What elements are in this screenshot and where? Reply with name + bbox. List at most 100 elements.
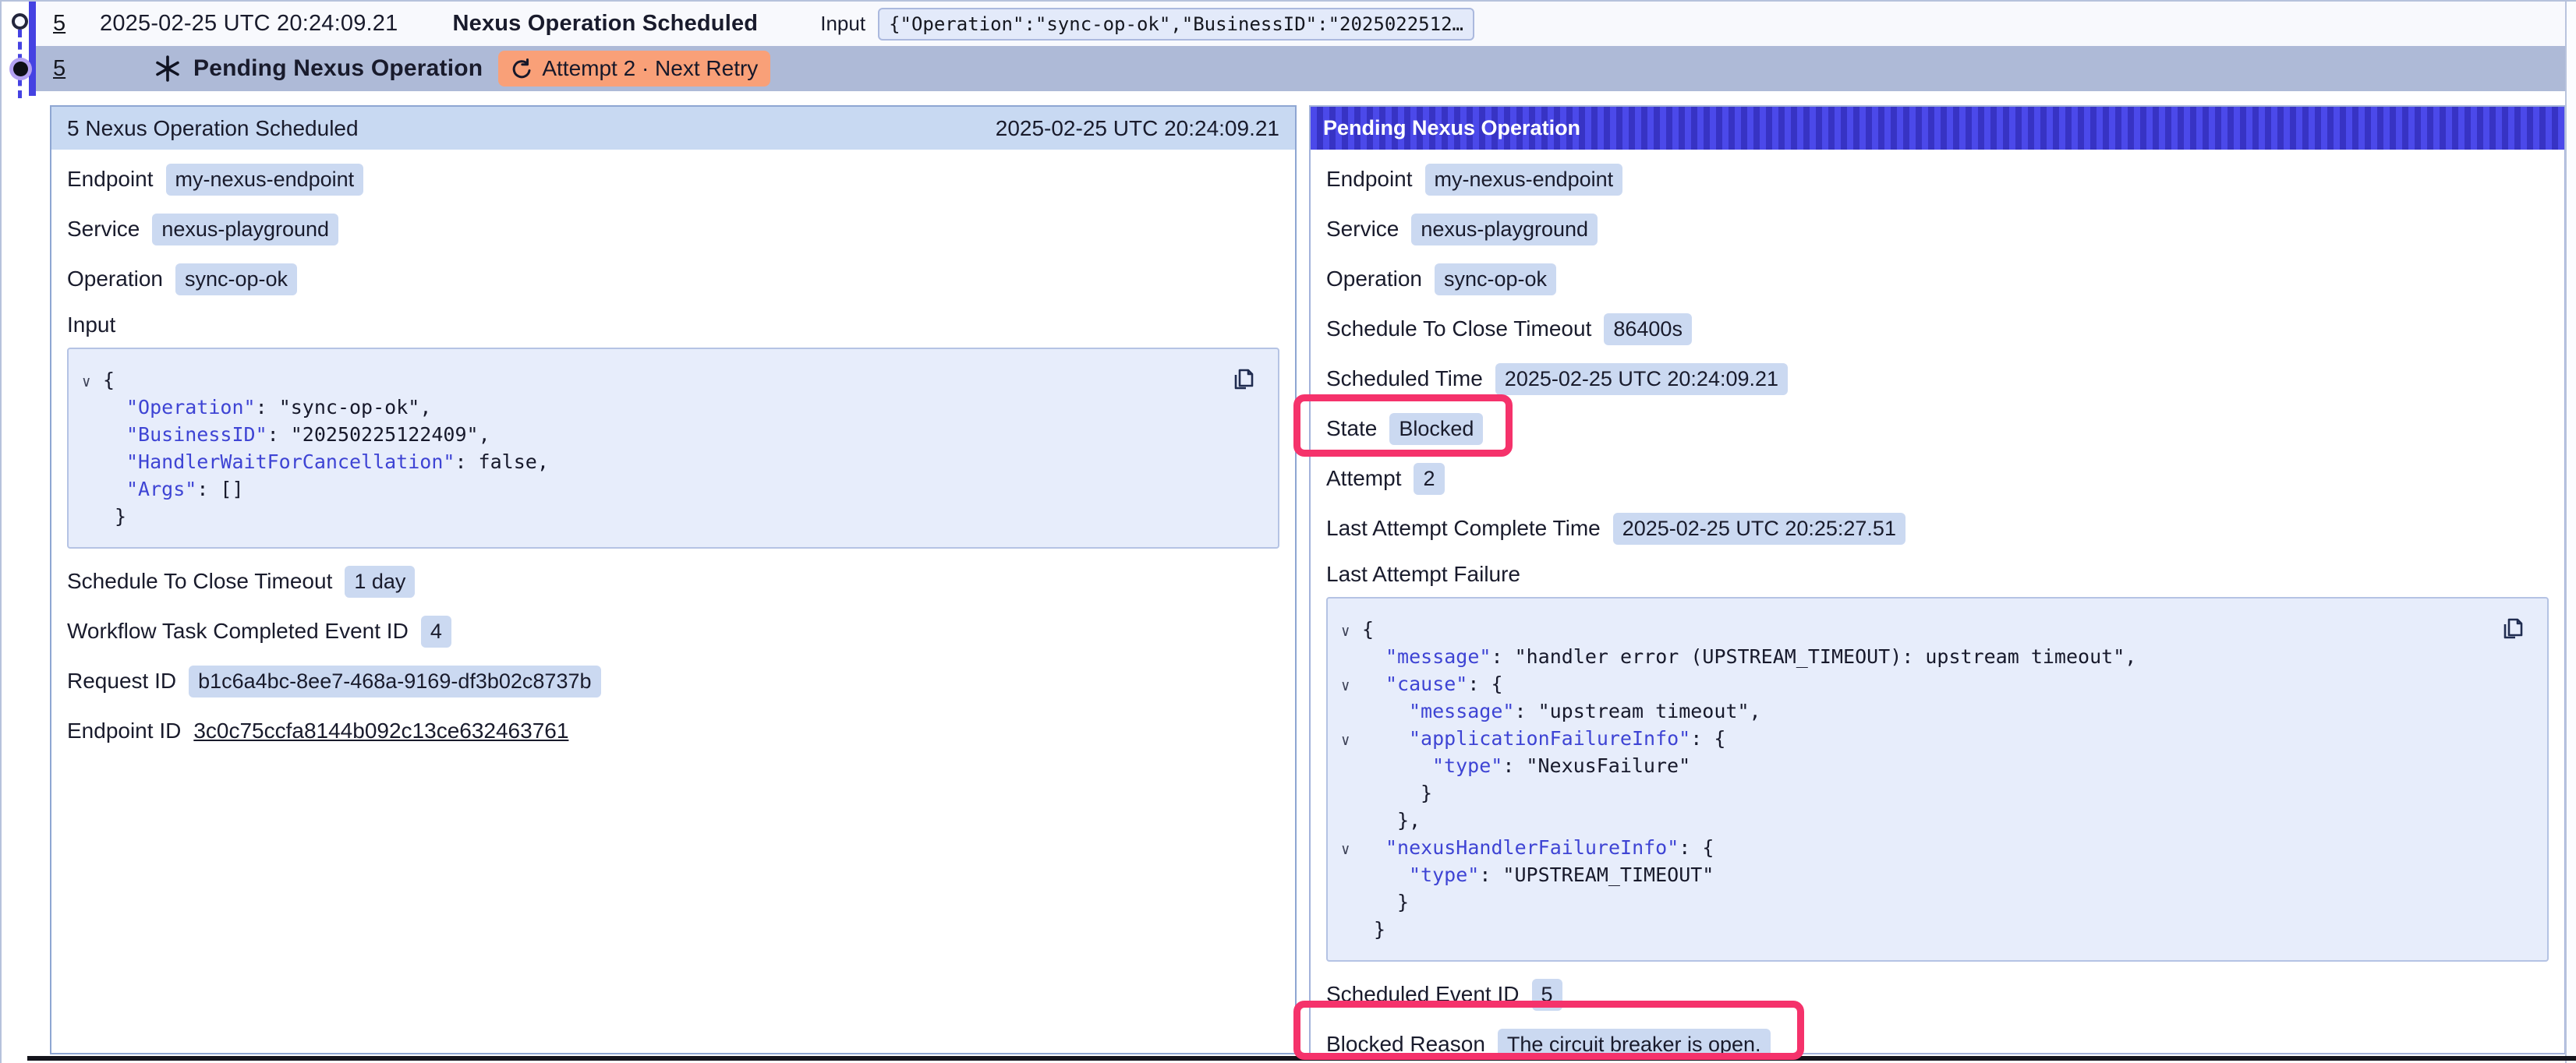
json-line: ∨"cause": { xyxy=(1328,670,2532,697)
event-detail-panel: 5 Nexus Operation Scheduled 2025-02-25 U… xyxy=(50,105,1297,1054)
json-value: : xyxy=(267,423,291,446)
json-value: } xyxy=(1421,782,1432,804)
field-row-attempt: Attempt2 xyxy=(1326,454,2549,503)
workflow-history-view: 5 2025-02-25 UTC 20:24:09.21 Nexus Opera… xyxy=(0,0,2576,1063)
json-value: } xyxy=(1374,918,1385,941)
json-line: "type": "NexusFailure" xyxy=(1328,752,2532,779)
json-value: , xyxy=(537,450,549,473)
json-value: : xyxy=(1502,754,1526,777)
event-id-link[interactable]: 5 xyxy=(53,56,76,82)
json-value: : xyxy=(1479,863,1502,886)
pending-operation-fields-top: Endpointmy-nexus-endpointServicenexus-pl… xyxy=(1326,154,2549,553)
copy-icon[interactable] xyxy=(2499,614,2527,642)
field-row-last-attempt-complete-time: Last Attempt Complete Time2025-02-25 UTC… xyxy=(1326,503,2549,553)
field-value-link[interactable]: 3c0c75ccfa8144b092c13ce632463761 xyxy=(193,719,568,743)
pending-operation-panel: Pending Nexus Operation Endpoint my-nexus… xyxy=(1309,105,2566,1054)
json-value: { xyxy=(103,369,115,391)
field-label: Scheduled Event ID xyxy=(1326,982,1520,1007)
attempt-retry-text: Attempt 2 · Next Retry xyxy=(542,56,758,81)
field-label: Endpoint xyxy=(1326,167,1413,192)
json-value: : xyxy=(256,396,279,418)
json-key: "message" xyxy=(1385,645,1491,668)
collapse-chevron-icon[interactable]: ∨ xyxy=(1341,673,1350,700)
field-label: Blocked Reason xyxy=(1326,1032,1485,1057)
field-value-badge: Blocked xyxy=(1389,413,1483,445)
pending-nexus-operation-row[interactable]: 5 Pending Nexus Operation Attempt 2 · Ne… xyxy=(36,46,2566,91)
json-value: }, xyxy=(1397,809,1421,832)
scrollbar-gutter[interactable] xyxy=(2565,2,2576,1063)
retry-icon xyxy=(511,58,533,79)
field-row-endpoint: Endpointmy-nexus-endpoint xyxy=(67,154,1279,204)
field-value-badge: 2025-02-25 UTC 20:25:27.51 xyxy=(1613,513,1905,545)
json-value: "upstream timeout" xyxy=(1538,700,1750,722)
json-value: "NexusFailure" xyxy=(1526,754,1690,777)
field-row-state: State Blocked xyxy=(1326,404,2549,454)
json-value: , xyxy=(479,423,490,446)
pending-operation-header-title: Pending Nexus Operation xyxy=(1323,116,1580,140)
json-key: "nexusHandlerFailureInfo" xyxy=(1385,836,1679,859)
collapse-chevron-icon[interactable]: ∨ xyxy=(82,369,90,396)
json-line: ∨{ xyxy=(69,366,1262,394)
failure-json-block: ∨{"message": "handler error (UPSTREAM_TI… xyxy=(1326,597,2549,962)
field-value-badge: 5 xyxy=(1532,979,1562,1011)
json-value: "UPSTREAM_TIMEOUT" xyxy=(1502,863,1714,886)
event-detail-fields-bottom: Schedule To Close Timeout1 day Workflow T… xyxy=(67,556,1279,756)
bottom-rule xyxy=(27,1056,2576,1061)
field-value-badge: sync-op-ok xyxy=(1435,263,1556,295)
field-label: State xyxy=(1326,416,1377,441)
json-value: , xyxy=(2125,645,2136,668)
json-key: "message" xyxy=(1409,700,1514,722)
field-row-schedule-to-close-timeout: Schedule To Close Timeout1 day xyxy=(67,556,1279,606)
collapse-chevron-icon[interactable]: ∨ xyxy=(1341,727,1350,754)
event-detail-header-time: 2025-02-25 UTC 20:24:09.21 xyxy=(996,116,1279,141)
json-line: } xyxy=(1328,888,2532,916)
field-label: Endpoint ID xyxy=(67,719,181,743)
field-row-operation: Operationsync-op-ok xyxy=(1326,254,2549,304)
field-row-operation: Operationsync-op-ok xyxy=(67,254,1279,304)
pending-asterisk-icon xyxy=(154,55,181,82)
field-label: Service xyxy=(67,217,140,242)
event-row-nexus-operation-scheduled[interactable]: 5 2025-02-25 UTC 20:24:09.21 Nexus Opera… xyxy=(36,2,2566,46)
json-line: "BusinessID": "20250225122409", xyxy=(69,421,1262,448)
event-detail-header: 5 Nexus Operation Scheduled 2025-02-25 U… xyxy=(51,107,1295,150)
event-id-link[interactable]: 5 xyxy=(53,11,76,37)
event-input-preview-badge[interactable]: {"Operation":"sync-op-ok","BusinessID":"… xyxy=(878,8,1474,41)
field-value-badge: 2025-02-25 UTC 20:24:09.21 xyxy=(1495,363,1788,395)
field-value-badge: 4 xyxy=(421,616,451,648)
timeline-event-dot-open xyxy=(12,13,28,30)
json-value: } xyxy=(115,505,126,528)
event-timestamp: 2025-02-25 UTC 20:24:09.21 xyxy=(100,11,398,37)
json-value: : xyxy=(455,450,478,473)
field-value-badge: my-nexus-endpoint xyxy=(1425,164,1623,196)
field-value-badge: nexus-playground xyxy=(1411,214,1598,245)
json-line: } xyxy=(69,503,1262,530)
json-value: : xyxy=(1491,645,1514,668)
field-value-badge: my-nexus-endpoint xyxy=(166,164,364,196)
field-row-schedule-to-close-timeout: Schedule To Close Timeout86400s xyxy=(1326,304,2549,354)
field-value-badge: 1 day xyxy=(345,566,415,598)
collapse-chevron-icon[interactable]: ∨ xyxy=(1341,836,1350,863)
json-value: : { xyxy=(1679,836,1714,859)
json-value: , xyxy=(419,396,431,418)
field-row-service: Servicenexus-playground xyxy=(67,204,1279,254)
json-key: "BusinessID" xyxy=(126,423,267,446)
field-value-badge: 86400s xyxy=(1604,313,1692,345)
json-line: ∨{ xyxy=(1328,616,2532,643)
copy-icon[interactable] xyxy=(1230,365,1258,393)
json-value: false xyxy=(479,450,537,473)
json-value: : xyxy=(196,478,220,500)
json-line: }, xyxy=(1328,807,2532,834)
json-value: : { xyxy=(1690,727,1725,750)
input-section-label: Input xyxy=(67,304,1279,346)
json-key: "HandlerWaitForCancellation" xyxy=(126,450,455,473)
attempt-retry-badge[interactable]: Attempt 2 · Next Retry xyxy=(498,51,770,87)
field-row-scheduled-time: Scheduled Time2025-02-25 UTC 20:24:09.21 xyxy=(1326,354,2549,404)
field-label: Workflow Task Completed Event ID xyxy=(67,619,409,644)
pending-row-title: Pending Nexus Operation xyxy=(193,55,483,82)
field-label: Request ID xyxy=(67,669,176,694)
field-value-badge: b1c6a4bc-8ee7-468a-9169-df3b02c8737b xyxy=(189,666,600,697)
field-row-scheduled-event-id: Scheduled Event ID 5 xyxy=(1326,969,2549,1019)
json-line: } xyxy=(1328,916,2532,943)
json-line: ∨ "nexusHandlerFailureInfo": { xyxy=(1328,834,2532,861)
collapse-chevron-icon[interactable]: ∨ xyxy=(1341,618,1350,645)
